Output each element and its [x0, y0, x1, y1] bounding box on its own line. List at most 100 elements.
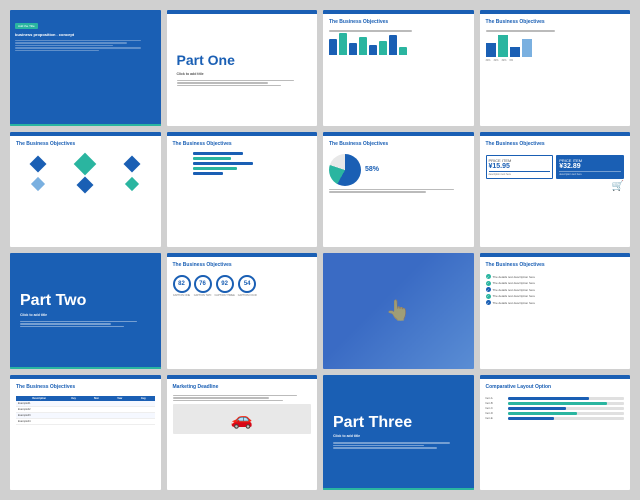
slide-16: Comparative Layout Option Item A Item B … — [480, 375, 631, 491]
obj-title: The Business Objectives — [173, 262, 312, 268]
progress-bars: Item A Item B Item C — [486, 397, 625, 420]
diamond — [30, 155, 47, 172]
prog-label: Item E — [486, 417, 506, 420]
price-desc: description text here — [489, 173, 551, 176]
slide-8: The Business Objectives PRICE ITEM ¥15.9… — [480, 132, 631, 248]
obj-title: The Business Objectives — [329, 141, 468, 147]
diamond — [125, 176, 139, 190]
text-line — [333, 447, 437, 449]
number-item-3: 92 CAPTION THREE — [215, 275, 235, 297]
bar-chart — [329, 35, 468, 55]
bar-label: 30% — [486, 59, 491, 62]
bar-1 — [329, 39, 337, 55]
part-two-title: Part Two — [20, 292, 151, 310]
cart-icon: 🛒 — [486, 181, 625, 192]
slide-grid: Add the Title business proposition . con… — [10, 10, 630, 490]
check-icon: ✓ — [486, 274, 491, 279]
cart-icon-area: 🛒 — [486, 181, 625, 192]
bar-4 — [359, 37, 367, 55]
text-line — [20, 326, 124, 328]
click-title: Click to add title — [20, 313, 151, 317]
part-three-title: Part Three — [333, 414, 464, 432]
text-line — [329, 191, 426, 193]
slide-2: Part One Click to add title — [167, 10, 318, 126]
hbar-fill — [193, 152, 243, 155]
text-line — [15, 47, 141, 49]
prog-fill — [508, 417, 555, 420]
hbar-row — [173, 172, 312, 175]
diamond — [77, 176, 94, 193]
text-line — [15, 42, 127, 44]
check-icon: ✓ — [486, 300, 491, 305]
prog-label: Item B — [486, 402, 506, 405]
text-line — [20, 323, 111, 325]
text-line — [329, 189, 454, 191]
price-val-1: ¥15.95 — [489, 163, 551, 170]
price-desc: description text here — [559, 173, 621, 176]
check-icon: ✓ — [486, 294, 491, 299]
prog-fill — [508, 412, 578, 415]
text-line — [15, 45, 113, 47]
hbar-row — [173, 162, 312, 165]
diamond — [31, 176, 45, 190]
number-label: CAPTION THREE — [215, 294, 235, 297]
prog-track — [508, 407, 625, 410]
prog-track — [508, 397, 625, 400]
slide-3: The Business Objectives — [323, 10, 474, 126]
check-text: The details text description here — [493, 275, 536, 279]
bar-6 — [379, 41, 387, 55]
prog-row: Item D — [486, 412, 625, 415]
bar — [510, 47, 520, 57]
number-label: CAPTION FOUR — [238, 294, 257, 297]
slide-6: The Business Objectives — [167, 132, 318, 248]
price-box-1: PRICE ITEM ¥15.95 description text here — [486, 155, 554, 179]
diamond — [74, 152, 97, 175]
bar-label: 32% — [494, 59, 499, 62]
slide-14: Marketing Deadline 🚗 — [167, 375, 318, 491]
check-row: ✓ The details text description here — [486, 294, 625, 299]
car-image: 🚗 — [173, 404, 312, 434]
hbar-fill — [193, 167, 237, 170]
check-icon: ✓ — [486, 281, 491, 286]
number-circle: 92 — [216, 275, 234, 293]
table-cell — [62, 418, 84, 424]
number-circle: 82 — [173, 275, 191, 293]
number-label: CAPTION TWO — [194, 294, 212, 297]
number-item-2: 76 CAPTION TWO — [194, 275, 212, 297]
slide-tag: Add the Title — [15, 23, 38, 29]
hbar-fill — [193, 162, 253, 165]
car-icon: 🚗 — [231, 409, 253, 430]
table-cell — [85, 418, 108, 424]
prog-fill — [508, 397, 590, 400]
bar — [498, 35, 508, 57]
text-line — [173, 395, 298, 397]
text-line — [177, 80, 294, 82]
hbar-row — [173, 157, 312, 160]
price-val-2: ¥32.89 — [559, 163, 621, 170]
click-title: Click to add title — [333, 434, 464, 438]
bar-8 — [399, 47, 407, 55]
slide-12: The Business Objectives ✓ The details te… — [480, 253, 631, 369]
divider — [559, 171, 621, 172]
obj-title: The Business Objectives — [173, 141, 312, 147]
price-box-2: PRICE ITEM ¥32.89 description text here — [556, 155, 624, 179]
slide-11: 👆 — [323, 253, 474, 369]
prog-fill — [508, 402, 607, 405]
table-cell — [108, 418, 132, 424]
accent-bottom — [10, 124, 161, 126]
slide-13: The Business Objectives Description Key … — [10, 375, 161, 491]
data-table: Description Key Stat Year Avg Example01 … — [16, 396, 155, 425]
bar-2 — [339, 33, 347, 55]
prog-label: Item C — [486, 407, 506, 410]
slide-10: The Business Objectives 82 CAPTION ONE 7… — [167, 253, 318, 369]
check-text: The details text description here — [493, 294, 536, 298]
accent-bottom — [10, 367, 161, 369]
hand-photo: 👆 — [323, 253, 474, 369]
check-row: ✓ The details text description here — [486, 274, 625, 279]
check-row: ✓ The details text description here — [486, 281, 625, 286]
concept-title: business proposition . concept — [15, 32, 156, 38]
prog-track — [508, 417, 625, 420]
check-text: The details text description here — [493, 288, 536, 292]
prog-track — [508, 402, 625, 405]
text-line — [486, 30, 555, 32]
